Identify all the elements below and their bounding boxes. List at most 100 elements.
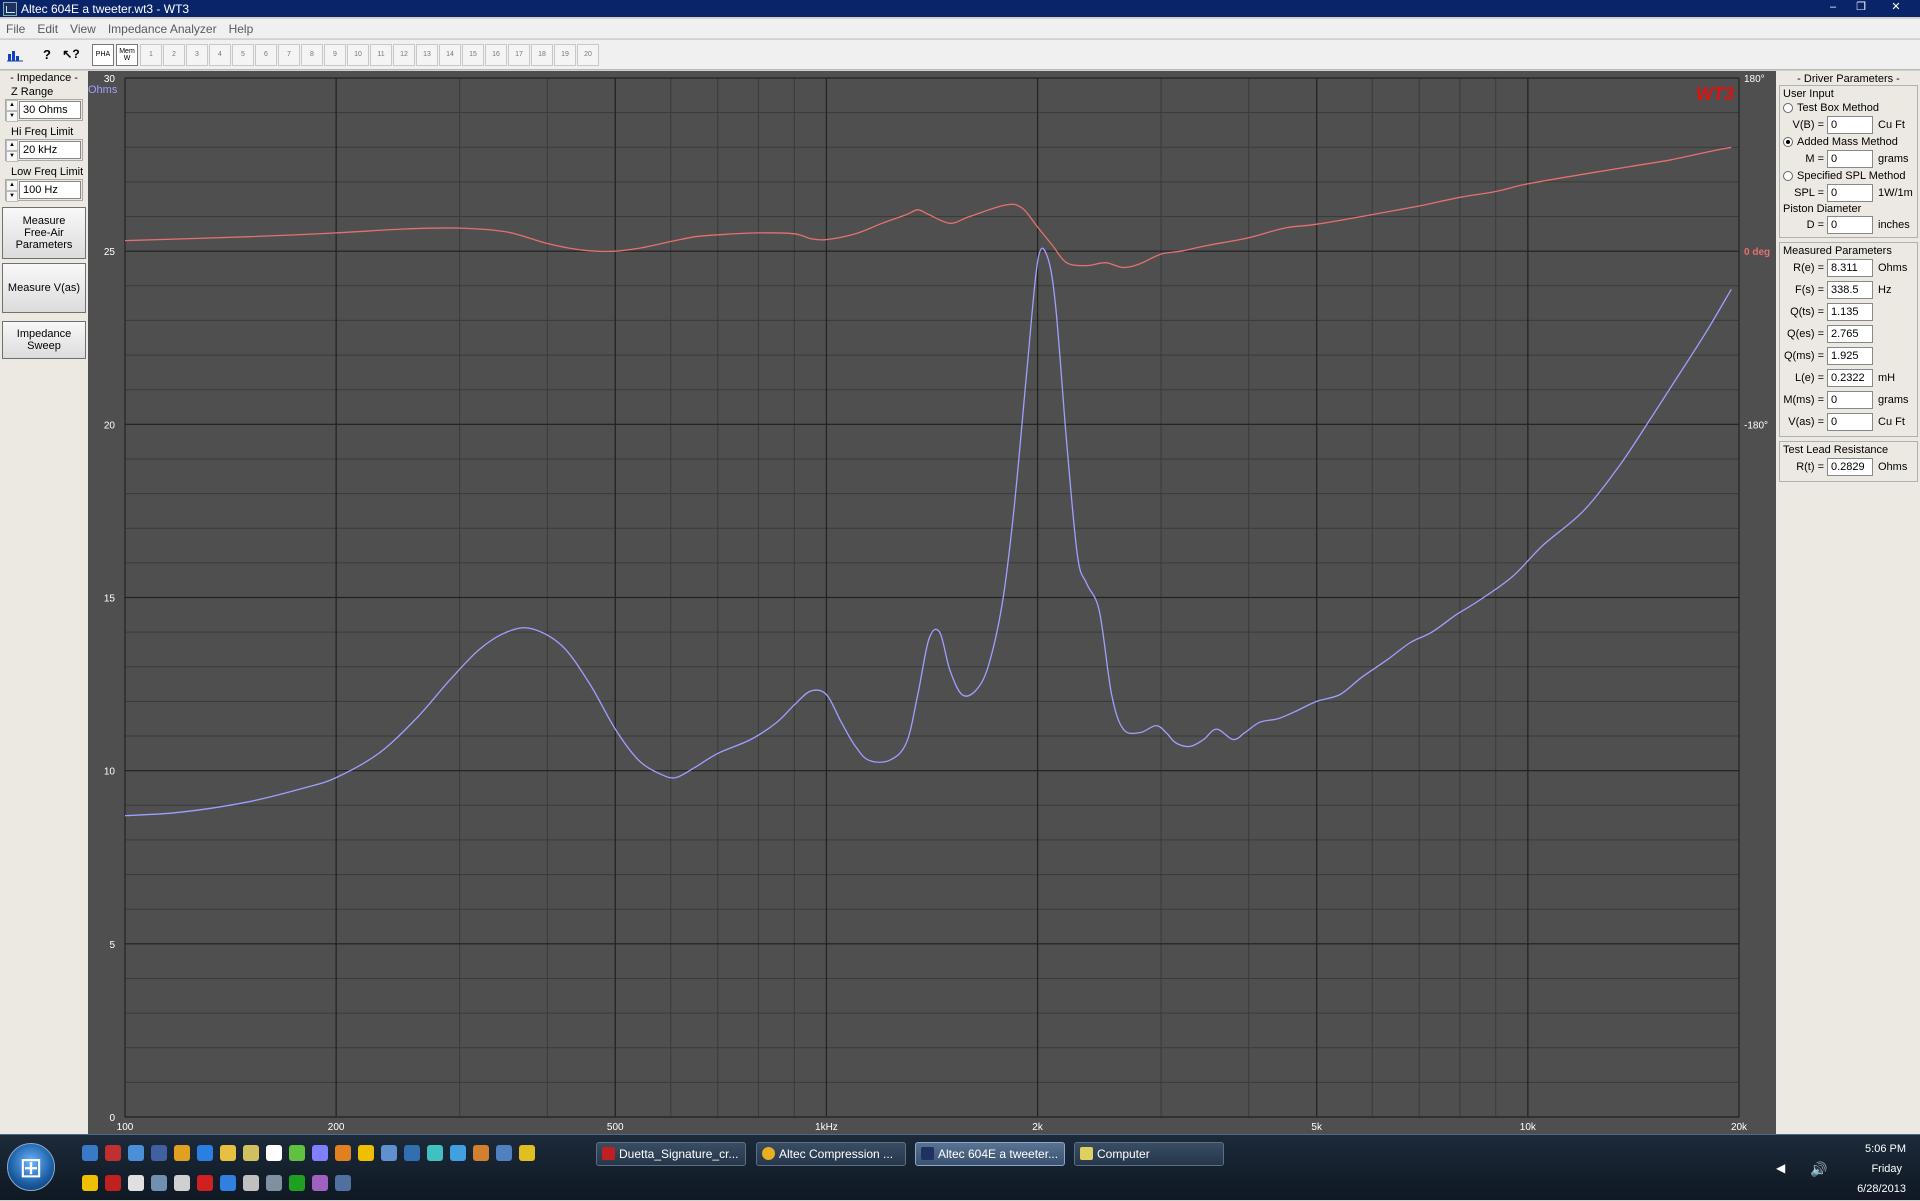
quick-launch-icon[interactable] [243, 1145, 259, 1161]
start-button[interactable] [7, 1143, 55, 1191]
vb-input[interactable]: 0 [1827, 116, 1873, 134]
z-range-down[interactable]: ▼ [6, 111, 18, 122]
memory-slot-button[interactable]: 5 [232, 43, 254, 66]
quick-launch-icon[interactable] [128, 1145, 144, 1161]
close-button[interactable]: ✕ [1876, 0, 1916, 15]
quick-launch-icon[interactable] [197, 1175, 213, 1191]
memory-slot-button[interactable]: 8 [301, 43, 323, 66]
memory-slot-button[interactable]: 10 [347, 43, 369, 66]
quick-launch-icon[interactable] [289, 1175, 305, 1191]
quick-launch-icon[interactable] [335, 1175, 351, 1191]
pha-button[interactable]: PHA [92, 43, 114, 66]
hi-freq-down[interactable]: ▼ [6, 151, 18, 162]
menu-help[interactable]: Help [223, 22, 260, 36]
menu-file[interactable]: File [0, 22, 31, 36]
quick-launch-icon[interactable] [197, 1145, 213, 1161]
memory-slot-button[interactable]: 2 [163, 43, 185, 66]
param-value[interactable]: 1.135 [1827, 303, 1873, 321]
memory-slot-button[interactable]: 9 [324, 43, 346, 66]
param-value[interactable]: 0 [1827, 391, 1873, 409]
help-icon[interactable]: ? [36, 44, 58, 66]
quick-launch-icon[interactable] [427, 1145, 443, 1161]
memory-slot-button[interactable]: 13 [416, 43, 438, 66]
quick-launch-icon[interactable] [312, 1145, 328, 1161]
quick-launch-icon[interactable] [128, 1175, 144, 1191]
quick-launch-icon[interactable] [151, 1145, 167, 1161]
quick-launch-icon[interactable] [473, 1145, 489, 1161]
memory-slot-button[interactable]: 19 [554, 43, 576, 66]
quick-launch-icon[interactable] [381, 1145, 397, 1161]
memory-slot-button[interactable]: 12 [393, 43, 415, 66]
memory-slot-button[interactable]: 15 [462, 43, 484, 66]
d-input[interactable]: 0 [1827, 216, 1873, 234]
memory-slot-button[interactable]: 18 [531, 43, 553, 66]
radio-test-box-dot[interactable] [1783, 103, 1793, 113]
mem-w-button[interactable]: Mem W [116, 43, 138, 66]
quick-launch-icon[interactable] [220, 1145, 236, 1161]
m-input[interactable]: 0 [1827, 150, 1873, 168]
quick-launch-icon[interactable] [289, 1145, 305, 1161]
memory-slot-button[interactable]: 17 [508, 43, 530, 66]
rt-input[interactable]: 0.2829 [1827, 458, 1873, 476]
param-value[interactable]: 8.311 [1827, 259, 1873, 277]
menu-impedance-analyzer[interactable]: Impedance Analyzer [102, 22, 223, 36]
task-altec-604e[interactable]: Altec 604E a tweeter... [915, 1142, 1065, 1166]
low-freq-down[interactable]: ▼ [6, 191, 18, 202]
radio-specified-spl-dot[interactable] [1783, 171, 1793, 181]
quick-launch-icon[interactable] [312, 1175, 328, 1191]
z-range-input[interactable]: 30 Ohms [19, 101, 81, 119]
radio-added-mass-dot[interactable] [1783, 137, 1793, 147]
memory-slot-button[interactable]: 6 [255, 43, 277, 66]
menu-view[interactable]: View [64, 22, 102, 36]
radio-added-mass[interactable]: Added Mass Method [1783, 134, 1914, 150]
quick-launch-icon[interactable] [266, 1145, 282, 1161]
hi-freq-input[interactable]: 20 kHz [19, 141, 81, 159]
memory-slot-button[interactable]: 1 [140, 43, 162, 66]
quick-launch-icon[interactable] [105, 1175, 121, 1191]
param-value[interactable]: 0 [1827, 413, 1873, 431]
quick-launch-icon[interactable] [266, 1175, 282, 1191]
quick-launch-icon[interactable] [519, 1145, 535, 1161]
memory-slot-button[interactable]: 3 [186, 43, 208, 66]
memory-slot-button[interactable]: 7 [278, 43, 300, 66]
quick-launch-icon[interactable] [220, 1175, 236, 1191]
graph-icon[interactable] [4, 44, 26, 66]
measure-free-air-button[interactable]: Measure Free-Air Parameters [2, 207, 86, 259]
param-value[interactable]: 338.5 [1827, 281, 1873, 299]
quick-launch-icon[interactable] [151, 1175, 167, 1191]
quick-launch-icon[interactable] [174, 1145, 190, 1161]
spl-input[interactable]: 0 [1827, 184, 1873, 202]
quick-launch-icon[interactable] [358, 1145, 374, 1161]
tray-expand-icon[interactable]: ◀ [1776, 1161, 1785, 1175]
low-freq-input[interactable]: 100 Hz [19, 181, 81, 199]
low-freq-up[interactable]: ▲ [6, 180, 18, 191]
radio-specified-spl[interactable]: Specified SPL Method [1783, 168, 1914, 184]
memory-slot-button[interactable]: 11 [370, 43, 392, 66]
impedance-sweep-button[interactable]: Impedance Sweep [2, 321, 86, 359]
task-duetta-pdf[interactable]: Duetta_Signature_cr... [596, 1142, 746, 1166]
memory-slot-button[interactable]: 16 [485, 43, 507, 66]
measure-vas-button[interactable]: Measure V(as) [2, 263, 86, 313]
param-value[interactable]: 0.2322 [1827, 369, 1873, 387]
minimize-button[interactable]: ‒ [1820, 0, 1846, 15]
param-value[interactable]: 1.925 [1827, 347, 1873, 365]
quick-launch-icon[interactable] [174, 1175, 190, 1191]
z-range-up[interactable]: ▲ [6, 100, 18, 111]
app-icon[interactable] [3, 1, 17, 16]
quick-launch-icon[interactable] [496, 1145, 512, 1161]
quick-launch-icon[interactable] [404, 1145, 420, 1161]
quick-launch-icon[interactable] [450, 1145, 466, 1161]
quick-launch-icon[interactable] [82, 1175, 98, 1191]
quick-launch-icon[interactable] [335, 1145, 351, 1161]
memory-slot-button[interactable]: 4 [209, 43, 231, 66]
hi-freq-up[interactable]: ▲ [6, 140, 18, 151]
radio-test-box[interactable]: Test Box Method [1783, 100, 1914, 116]
context-help-icon[interactable]: ↖? [60, 44, 82, 66]
task-computer[interactable]: Computer [1074, 1142, 1224, 1166]
quick-launch-icon[interactable] [105, 1145, 121, 1161]
maximize-button[interactable]: ❐ [1848, 0, 1874, 15]
param-value[interactable]: 2.765 [1827, 325, 1873, 343]
quick-launch-icon[interactable] [243, 1175, 259, 1191]
memory-slot-button[interactable]: 20 [577, 43, 599, 66]
quick-launch-icon[interactable] [82, 1145, 98, 1161]
